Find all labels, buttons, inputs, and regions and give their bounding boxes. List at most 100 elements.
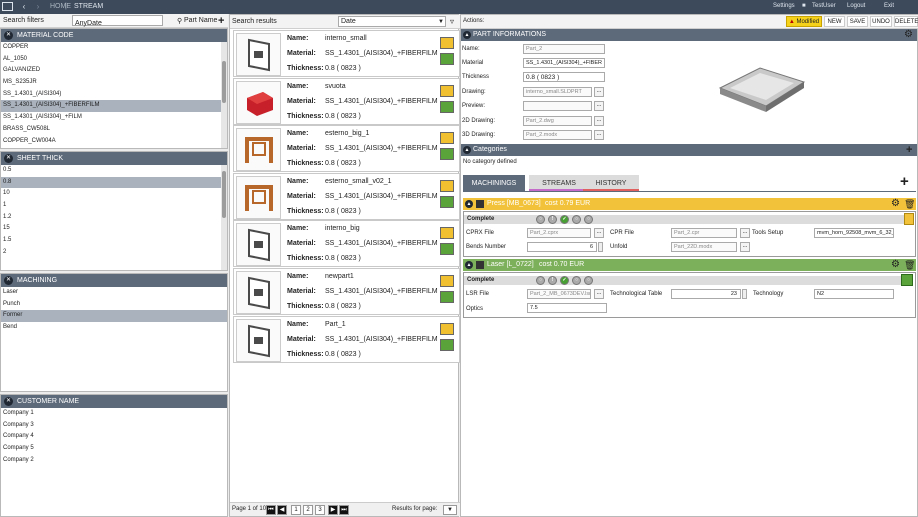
browse-cpr-button[interactable]: ... — [740, 228, 750, 238]
logout-link[interactable]: Logout — [847, 3, 865, 9]
download-icon[interactable] — [440, 275, 454, 287]
new-button[interactable]: NEW — [824, 16, 845, 27]
browse-3d-button[interactable]: ... — [594, 130, 604, 140]
first-page-button[interactable]: ⏮ — [266, 505, 276, 515]
import-icon[interactable] — [440, 291, 454, 303]
bends-number-field[interactable]: 6 — [527, 242, 597, 252]
import-icon[interactable] — [440, 243, 454, 256]
prev-page-button[interactable]: ◀ — [277, 505, 287, 515]
material-scrollbar[interactable] — [221, 42, 227, 148]
download-icon[interactable] — [440, 322, 454, 335]
optics-field[interactable]: 7.5 — [527, 303, 607, 313]
gear-icon[interactable]: ⚙ — [904, 29, 913, 41]
page-1-button[interactable]: 1 — [291, 505, 301, 515]
material-item[interactable]: MS_S235JR — [1, 77, 227, 89]
breadcrumb-stream[interactable]: STREAM — [74, 3, 103, 10]
filter-funnel-icon[interactable]: ▿ — [450, 17, 454, 26]
machining-item[interactable]: Laser — [1, 287, 227, 299]
close-icon[interactable]: ✕ — [4, 397, 13, 406]
material-select[interactable]: SS_1.4301_(AISI304)_+FIBER — [523, 58, 605, 68]
result-card[interactable]: Name: newpart1 Material: SS_1.4301_(AISI304… — [233, 268, 460, 315]
close-icon[interactable]: ✕ — [4, 154, 13, 163]
laser-machining-header[interactable]: ▲ Laser [L_0722] cost 0.70 EUR ⚙ 🗑 — [463, 259, 916, 271]
next-page-button[interactable]: ▶ — [328, 505, 338, 515]
material-item[interactable]: COPPER_CW004A — [1, 136, 227, 148]
trash-icon[interactable]: 🗑 — [904, 259, 915, 271]
collapse-icon[interactable]: ▲ — [463, 146, 471, 154]
thick-item[interactable]: 1.5 — [1, 235, 227, 247]
material-item[interactable]: COPPER — [1, 42, 227, 54]
page-2-button[interactable]: 2 — [303, 505, 313, 515]
add-machining-icon[interactable]: + — [900, 174, 909, 190]
thick-item[interactable]: 1.2 — [1, 212, 227, 224]
undo-button[interactable]: UNDO — [870, 16, 892, 27]
tab-machinings[interactable]: MACHININGS — [463, 175, 525, 192]
thick-item[interactable]: 0.5 — [1, 165, 227, 177]
results-per-page-select[interactable]: ▼ — [443, 505, 457, 515]
thickness-scroll-thumb[interactable] — [222, 170, 226, 219]
name-field[interactable]: Part_2 — [523, 44, 605, 54]
customer-item[interactable]: Company 3 — [1, 420, 227, 432]
material-item[interactable]: SS_1.4301_(AISI304)_+FILM — [1, 112, 227, 124]
browse-preview-button[interactable]: ... — [594, 101, 604, 111]
result-card[interactable]: Name: interno_small Material: SS_1.4301_(AI… — [233, 30, 460, 77]
gear-icon[interactable]: ⚙ — [891, 259, 900, 271]
add-filter-icon[interactable]: + — [218, 16, 224, 27]
collapse-icon[interactable]: ▲ — [465, 200, 473, 208]
download-icon[interactable] — [440, 132, 454, 145]
thick-item[interactable]: 0.8 — [1, 176, 227, 189]
drawing-3d-field[interactable]: Part_2.modx — [523, 130, 592, 140]
tab-history[interactable]: HISTORY — [583, 175, 639, 192]
press-machining-header[interactable]: ▲ Press [MB_0673] cost 0.79 EUR ⚙ 🗑 — [463, 198, 916, 210]
import-icon[interactable] — [440, 338, 454, 351]
customer-item[interactable]: Company 2 — [1, 455, 227, 467]
save-button[interactable]: SAVE — [847, 16, 868, 27]
thick-item[interactable]: 2 — [1, 247, 227, 259]
press-side-icon[interactable] — [904, 213, 914, 225]
machining-item[interactable]: Bend — [1, 322, 227, 334]
settings-link[interactable]: Settings — [773, 3, 795, 9]
drawing-2d-field[interactable]: Part_2.dwg — [523, 116, 592, 126]
laser-side-icon[interactable] — [901, 274, 913, 286]
result-card[interactable]: Name: Part_1 Material: SS_1.4301_(AISI304)_… — [233, 315, 460, 363]
browse-lsr-button[interactable]: ... — [594, 289, 604, 299]
bends-stepper[interactable] — [598, 242, 603, 252]
material-item[interactable]: BRASS_CW508L — [1, 124, 227, 136]
import-icon[interactable] — [440, 100, 454, 113]
collapse-icon[interactable]: ▲ — [465, 261, 473, 269]
download-icon[interactable] — [440, 84, 454, 97]
breadcrumb-home[interactable]: HOME — [50, 3, 71, 10]
exit-link[interactable]: Exit — [884, 3, 894, 9]
tech-table-stepper[interactable] — [742, 289, 747, 299]
thick-item[interactable]: 1 — [1, 200, 227, 212]
cpr-field[interactable]: Part_2.cpr — [671, 228, 737, 238]
gear-icon[interactable]: ⚙ — [891, 198, 900, 210]
technology-field[interactable]: N2 — [814, 289, 894, 299]
result-card[interactable]: Name: esterno_big_1 Material: SS_1.4301_(AI… — [233, 125, 460, 173]
browse-drawing-button[interactable]: ... — [594, 87, 604, 97]
import-icon[interactable] — [440, 53, 454, 65]
download-icon[interactable] — [440, 227, 454, 240]
date-filter-select[interactable]: AnyDate — [72, 15, 163, 27]
user-name[interactable]: TestUser — [812, 3, 836, 9]
material-item[interactable]: AL_1050 — [1, 54, 227, 66]
sort-select[interactable]: Date ▼ — [338, 16, 446, 27]
material-item[interactable]: SS_1.4301_(AISI304) — [1, 89, 227, 101]
import-icon[interactable] — [440, 195, 454, 208]
download-icon[interactable] — [440, 37, 454, 49]
browse-2d-button[interactable]: ... — [594, 116, 604, 126]
result-card[interactable]: Name: esterno_small_v02_1 Material: SS_1.43… — [233, 172, 460, 220]
tab-streams[interactable]: STREAMS — [529, 175, 589, 192]
last-page-button[interactable]: ⏭ — [339, 505, 349, 515]
close-icon[interactable]: ✕ — [4, 31, 13, 40]
thick-item[interactable]: 15 — [1, 223, 227, 235]
add-category-icon[interactable]: + — [906, 145, 912, 156]
machining-item[interactable]: Former — [1, 310, 227, 323]
thick-item[interactable]: 10 — [1, 188, 227, 200]
browse-unfold-button[interactable]: ... — [740, 242, 750, 252]
drawing-field[interactable]: interno_small.SLDPRT — [523, 87, 592, 97]
result-card[interactable]: Name: interno_big Material: SS_1.4301_(AISI… — [233, 220, 460, 268]
tech-table-field[interactable]: 23 — [671, 289, 741, 299]
material-item[interactable]: GALVANIZED — [1, 65, 227, 77]
customer-item[interactable]: Company 1 — [1, 408, 227, 420]
